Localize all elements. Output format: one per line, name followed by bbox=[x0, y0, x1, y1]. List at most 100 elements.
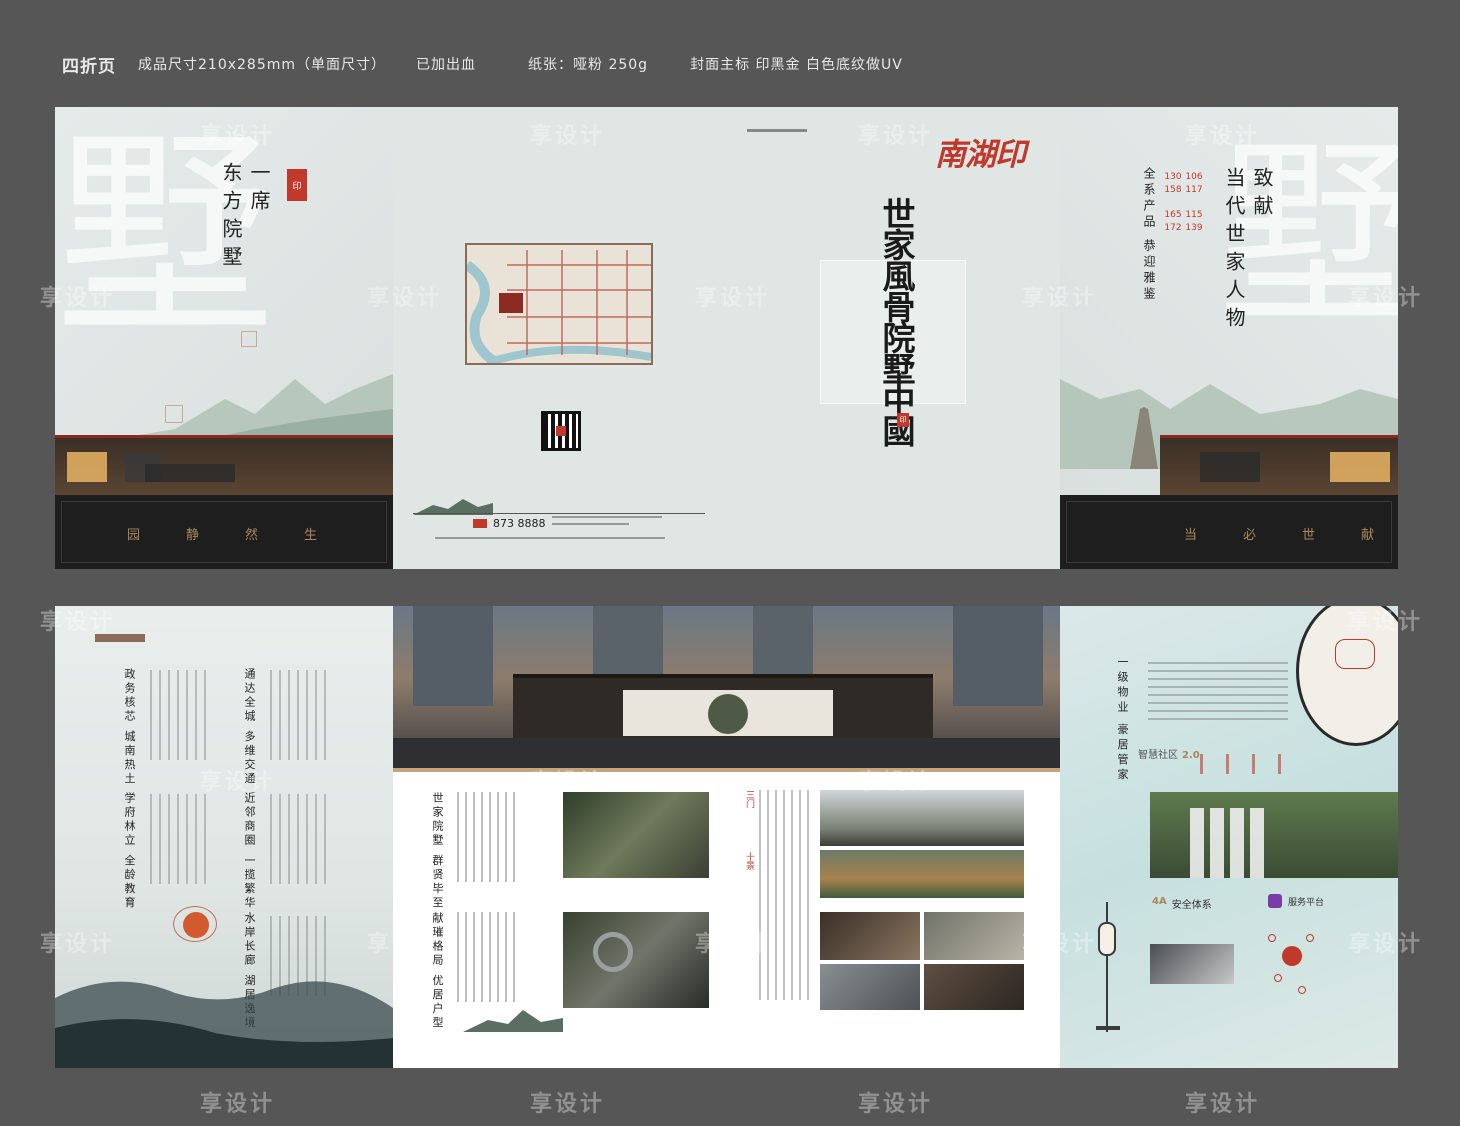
text-block bbox=[759, 790, 815, 1000]
area-value: 115 bbox=[1185, 210, 1203, 220]
contact-divider bbox=[413, 513, 705, 514]
band-word-2: 必 bbox=[1243, 528, 1257, 543]
heading-line-2: 东方院墅 bbox=[219, 162, 243, 274]
garden-photo bbox=[563, 912, 709, 1008]
band-word-1: 当 bbox=[1184, 528, 1198, 543]
security-grade: 4A 安全体系 bbox=[1152, 896, 1212, 911]
interior-photo-3 bbox=[820, 964, 920, 1010]
seal-stamp: 印 bbox=[287, 169, 307, 201]
body-text-block-1 bbox=[150, 670, 210, 760]
panel-inner-center: 世家院墅 群贤毕至 献璀格局 优居户型 三门 十景 bbox=[393, 606, 1060, 1068]
small-mountain-icon bbox=[463, 1010, 563, 1032]
fountain-photo bbox=[820, 850, 1024, 898]
service-label: 智慧社区 bbox=[1138, 750, 1178, 761]
spec-finish: 封面主标 印黑金 白色底纹做UV bbox=[690, 57, 903, 73]
guards-photo bbox=[1150, 792, 1398, 878]
aerial-photo bbox=[563, 792, 709, 878]
map-roads bbox=[464, 250, 652, 368]
service-value: 2.0 bbox=[1182, 750, 1200, 761]
qr-code bbox=[541, 411, 581, 451]
location-map bbox=[464, 243, 653, 368]
band-word-4: 生 bbox=[304, 528, 318, 543]
dark-pattern-band: 园 静 然 生 bbox=[55, 495, 393, 569]
watermark: 享设计 bbox=[530, 1092, 606, 1117]
panel-inner-right: 一级物业 豪居管家 智慧社区 2.0 4A 安全体系 服务平台 bbox=[1060, 606, 1398, 1068]
disclaimer-line bbox=[435, 537, 665, 539]
band-word-3: 世 bbox=[1302, 528, 1316, 543]
top-small-text bbox=[747, 129, 807, 132]
interior-photo-4 bbox=[924, 964, 1024, 1010]
watermark: 享设计 bbox=[1185, 1092, 1261, 1117]
heading-line-2: 当代世家人物 bbox=[1222, 167, 1246, 335]
area-value: 172 bbox=[1164, 223, 1182, 233]
area-value: 158 bbox=[1164, 185, 1182, 195]
interior-photo-1 bbox=[820, 912, 920, 960]
spec-title: 四折页 bbox=[62, 56, 116, 77]
interior-photo-2 bbox=[924, 912, 1024, 960]
watermark: 享设计 bbox=[858, 1092, 934, 1117]
area-value: 106 bbox=[1185, 172, 1203, 182]
phone-icon bbox=[473, 518, 487, 528]
watermark: 享设计 bbox=[200, 1092, 276, 1117]
section-title-2: 献璀格局 优居户型 bbox=[431, 912, 444, 1031]
area-value: 130 bbox=[1164, 172, 1182, 182]
heading-line-1: 一席 bbox=[247, 162, 271, 218]
text-block bbox=[1148, 662, 1288, 722]
feature-title-2: 通达全城 多维交通 bbox=[243, 668, 256, 787]
feature-title-1: 政务核芯 城南热土 bbox=[123, 668, 136, 787]
round-frame bbox=[1296, 606, 1398, 746]
band-word-2: 静 bbox=[186, 528, 200, 543]
app-row: 服务平台 bbox=[1268, 894, 1324, 908]
contact-row: 873 8888 bbox=[473, 516, 662, 530]
pavilion bbox=[513, 674, 933, 738]
label-three-gates: 三门 bbox=[744, 790, 754, 808]
network-diagram bbox=[1268, 930, 1318, 1006]
area-value: 165 bbox=[1164, 210, 1182, 220]
brand-logo: 南湖印 bbox=[935, 137, 1026, 173]
band-word-4: 献 bbox=[1361, 528, 1375, 543]
panel-cover: 南湖印 世家風骨院墅中國 印 bbox=[727, 107, 1060, 569]
spec-bleed: 已加出血 bbox=[416, 57, 477, 73]
grade-label: 安全体系 bbox=[1171, 900, 1212, 911]
cover-slogan: 世家風骨院墅中國 bbox=[877, 197, 916, 445]
text-block bbox=[457, 792, 517, 882]
area-column-right: 106 117 115 139 bbox=[1184, 171, 1204, 235]
address-text bbox=[551, 516, 662, 530]
clubhouse-building bbox=[55, 435, 393, 495]
gate-photo bbox=[820, 790, 1024, 846]
panel-top-back: 873 8888 bbox=[393, 107, 727, 569]
hero-divider bbox=[393, 768, 1060, 772]
service-row: 智慧社区 2.0 bbox=[1138, 746, 1200, 761]
app-icon bbox=[1268, 894, 1282, 908]
spec-bar: 四折页 成品尺寸210x285mm（单面尺寸） 已加出血 纸张：哑粉 250g … bbox=[62, 52, 933, 77]
brand-mini-logo bbox=[95, 634, 145, 642]
lantern-stand bbox=[1092, 902, 1122, 1032]
property-title: 一级物业 豪居管家 bbox=[1116, 656, 1129, 784]
small-seal bbox=[241, 331, 257, 347]
panel-top-left: 墅 一席 东方院墅 印 园 静 然 生 bbox=[55, 107, 393, 569]
label-ten-views: 十景 bbox=[744, 852, 754, 870]
side-text: 全系产品 恭迎雅鉴 bbox=[1142, 167, 1156, 303]
band-word-1: 园 bbox=[127, 528, 141, 543]
body-text-block-3 bbox=[150, 794, 210, 884]
band-word-3: 然 bbox=[245, 528, 259, 543]
body-text-block-2 bbox=[270, 670, 330, 760]
heading-line-1: 致献 bbox=[1250, 167, 1274, 223]
ink-mountain bbox=[55, 981, 393, 1068]
phone-number: 873 8888 bbox=[493, 516, 546, 530]
dark-pattern-band: 当 必 世 献 bbox=[1060, 495, 1398, 569]
area-column-left: 130 158 165 172 bbox=[1163, 171, 1183, 235]
spec-size: 成品尺寸210x285mm（单面尺寸） bbox=[138, 57, 387, 73]
area-value: 139 bbox=[1185, 223, 1203, 233]
section-title-1: 世家院墅 群贤毕至 bbox=[431, 792, 444, 911]
body-text-block-4 bbox=[270, 794, 330, 884]
clubhouse-building bbox=[1160, 435, 1398, 495]
panel-top-right: 墅 致献 当代世家人物 全系产品 恭迎雅鉴 130 158 165 172 10… bbox=[1060, 107, 1398, 569]
grade-value: 4A bbox=[1152, 896, 1167, 907]
cloud-ornament bbox=[173, 906, 217, 942]
feature-title-3: 学府林立 全龄教育 bbox=[123, 792, 136, 911]
cover-seal: 印 bbox=[897, 413, 909, 427]
service-grid bbox=[1200, 754, 1300, 774]
spec-paper: 纸张：哑粉 250g bbox=[528, 57, 649, 73]
panel-inner-left: 政务核芯 城南热土 通达全城 多维交通 学府林立 全龄教育 近邻商圈 一揽繁华 … bbox=[55, 606, 393, 1068]
